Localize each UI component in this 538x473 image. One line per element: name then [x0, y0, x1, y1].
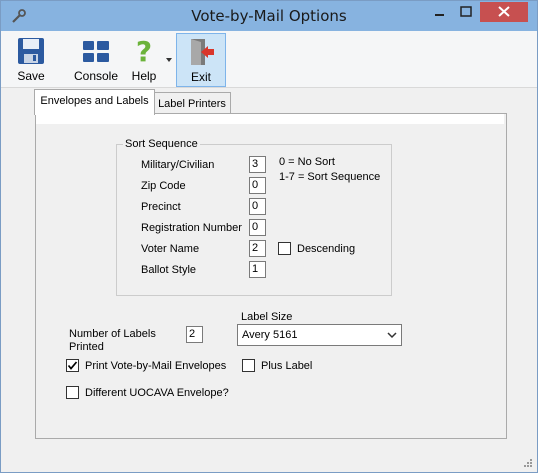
precinct-input[interactable]: 0	[249, 198, 266, 215]
number-of-labels-label-line1: Number of Labels	[69, 328, 156, 340]
voter-name-input[interactable]: 2	[249, 240, 266, 257]
label-size-label: Label Size	[241, 311, 293, 323]
svg-text:?: ?	[136, 37, 152, 65]
registration-number-label: Registration Number	[141, 222, 242, 234]
descending-label: Descending	[297, 243, 356, 255]
envelopes-and-labels-panel: Sort Sequence Military/Civilian 3 Zip Co…	[35, 113, 507, 439]
number-of-labels-label-line2: Printed	[69, 341, 104, 353]
close-icon	[498, 6, 510, 17]
checkmark-icon	[67, 361, 78, 370]
print-envelopes-checkbox[interactable]	[66, 359, 79, 372]
military-civilian-input[interactable]: 3	[249, 156, 266, 173]
tab-label: Label Printers	[158, 98, 226, 110]
tab-label: Envelopes and Labels	[40, 95, 149, 107]
sort-sequence-title: Sort Sequence	[123, 138, 200, 150]
sort-sequence-group: Sort Sequence Military/Civilian 3 Zip Co…	[116, 138, 392, 296]
console-label: Console	[73, 69, 119, 83]
uocava-label: Different UOCAVA Envelope?	[85, 387, 229, 399]
minimize-button[interactable]	[426, 2, 452, 22]
save-button[interactable]: Save	[13, 33, 49, 85]
plus-label-label: Plus Label	[261, 360, 313, 372]
sort-help-line-1: 0 = No Sort	[279, 156, 335, 168]
ballot-style-input[interactable]: 1	[249, 261, 266, 278]
plus-label-checkbox[interactable]	[242, 359, 255, 372]
help-button[interactable]: ? Help	[127, 33, 161, 85]
uocava-checkbox[interactable]	[66, 386, 79, 399]
maximize-button[interactable]	[453, 2, 479, 22]
maximize-icon	[460, 6, 472, 17]
descending-checkbox[interactable]	[278, 242, 291, 255]
help-label: Help	[131, 69, 157, 83]
exit-door-icon	[191, 39, 214, 65]
exit-button[interactable]: Exit	[176, 33, 226, 87]
military-civilian-label: Military/Civilian	[141, 159, 215, 171]
exit-label: Exit	[190, 70, 211, 84]
resize-grip-icon[interactable]	[523, 458, 533, 468]
precinct-label: Precinct	[141, 201, 181, 213]
floppy-disk-icon	[18, 38, 44, 64]
label-size-value: Avery 5161	[242, 329, 298, 341]
label-size-select[interactable]: Avery 5161	[237, 324, 402, 346]
console-icon	[83, 41, 109, 62]
save-label: Save	[17, 69, 45, 83]
console-button[interactable]: Console	[71, 33, 121, 85]
number-of-labels-input[interactable]: 2	[186, 326, 203, 343]
voter-name-label: Voter Name	[141, 243, 200, 255]
zip-code-input[interactable]: 0	[249, 177, 266, 194]
registration-number-input[interactable]: 0	[249, 219, 266, 236]
ballot-style-label: Ballot Style	[141, 264, 197, 276]
zip-code-label: Zip Code	[141, 180, 186, 192]
minimize-icon	[435, 14, 444, 16]
close-button[interactable]	[480, 2, 528, 22]
options-window: Vote-by-Mail Options Save Console ? Help…	[0, 0, 538, 473]
sort-help-line-2: 1-7 = Sort Sequence	[279, 171, 381, 183]
question-mark-icon: ?	[136, 37, 152, 65]
help-dropdown-arrow-icon[interactable]	[166, 58, 172, 62]
title-bar[interactable]: Vote-by-Mail Options	[1, 1, 537, 31]
print-envelopes-label: Print Vote-by-Mail Envelopes	[85, 360, 227, 372]
chevron-down-icon	[387, 332, 397, 339]
toolbar: Save Console ? Help Exit	[1, 31, 537, 88]
tab-envelopes-and-labels[interactable]: Envelopes and Labels	[34, 89, 155, 115]
